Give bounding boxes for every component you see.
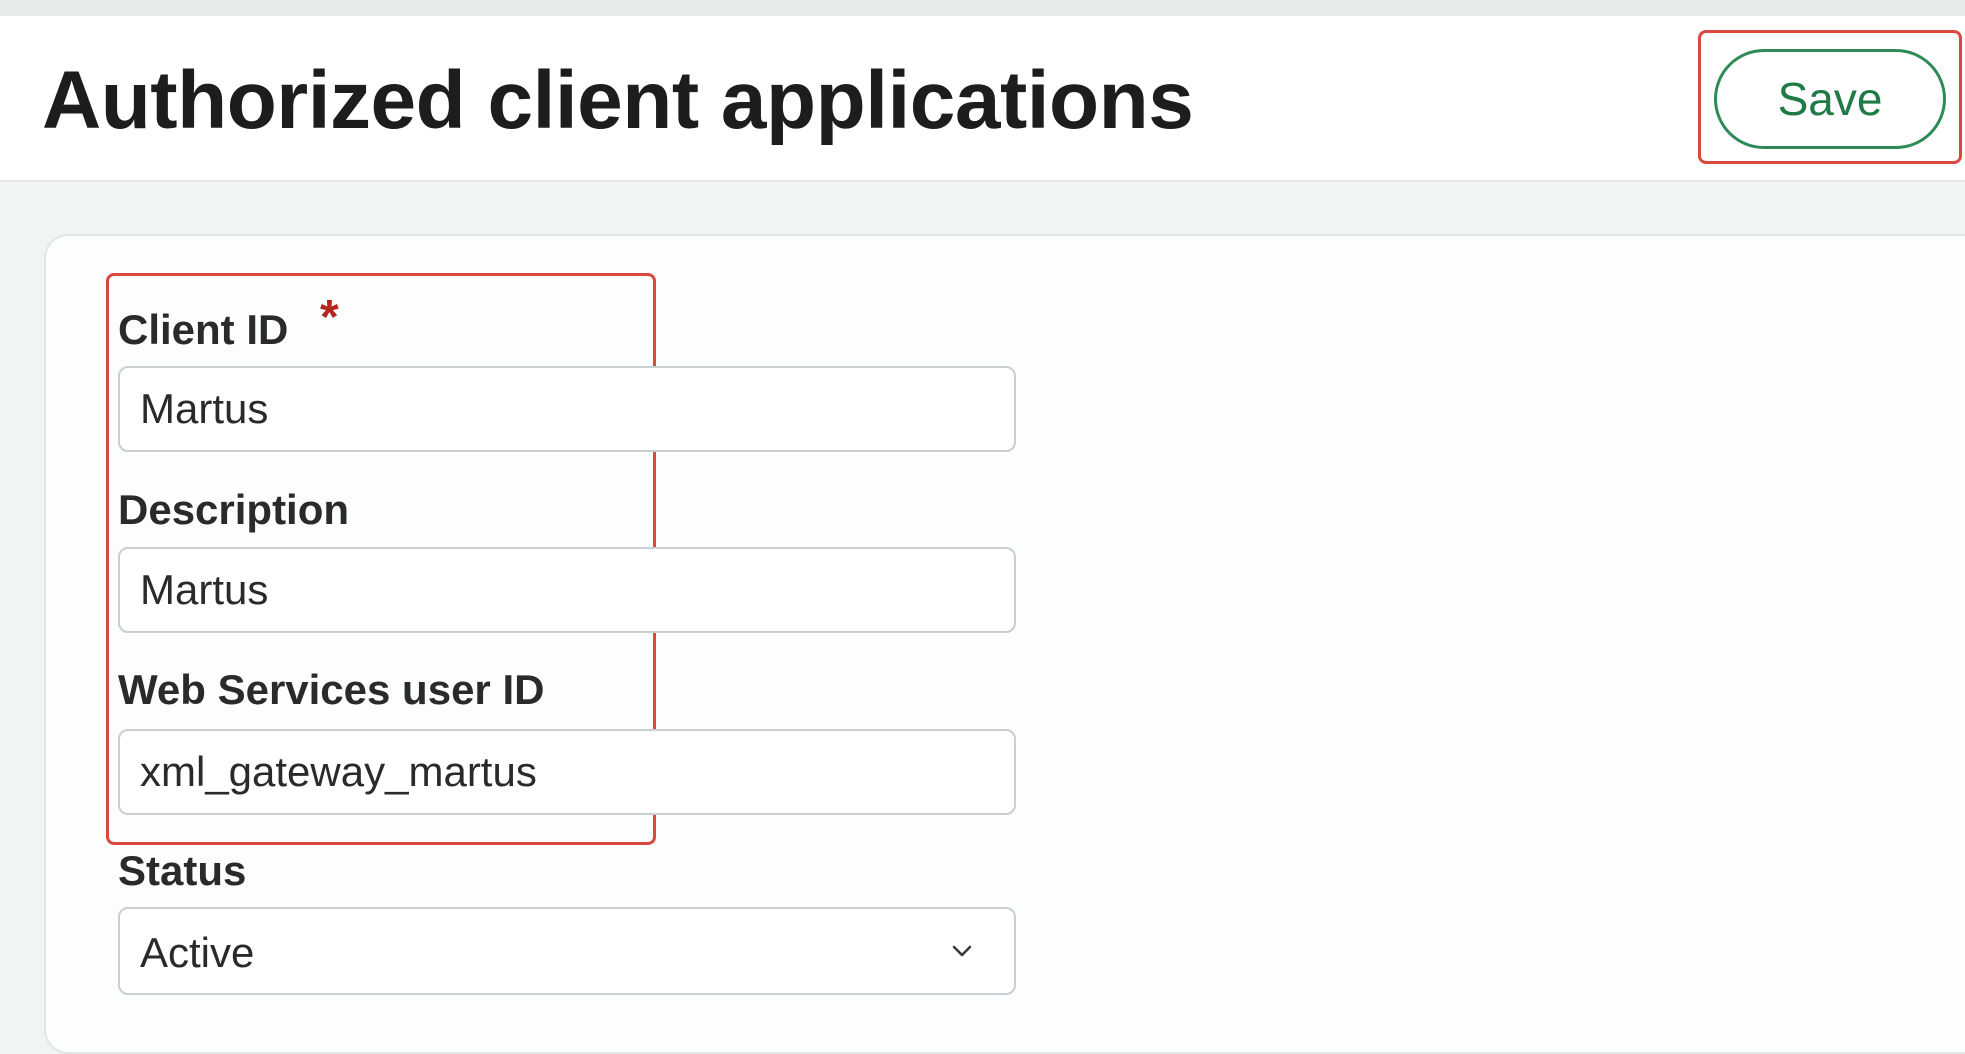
ws-user-id-input[interactable] <box>118 729 1016 815</box>
page-title: Authorized client applications <box>42 55 1194 146</box>
description-input[interactable] <box>118 547 1016 633</box>
ws-user-id-label: Web Services user ID <box>118 666 545 713</box>
page-header: Authorized client applications <box>0 16 1965 182</box>
required-marker: * <box>320 291 339 344</box>
status-select[interactable]: Active <box>118 907 1016 995</box>
save-button[interactable]: Save <box>1714 49 1946 149</box>
chevron-down-icon <box>952 945 972 957</box>
client-id-label: Client ID <box>118 306 289 353</box>
client-id-input[interactable] <box>118 366 1016 452</box>
top-strip <box>0 0 1965 16</box>
status-label: Status <box>118 847 247 894</box>
status-selected-value: Active <box>140 929 255 976</box>
description-label: Description <box>118 486 350 533</box>
